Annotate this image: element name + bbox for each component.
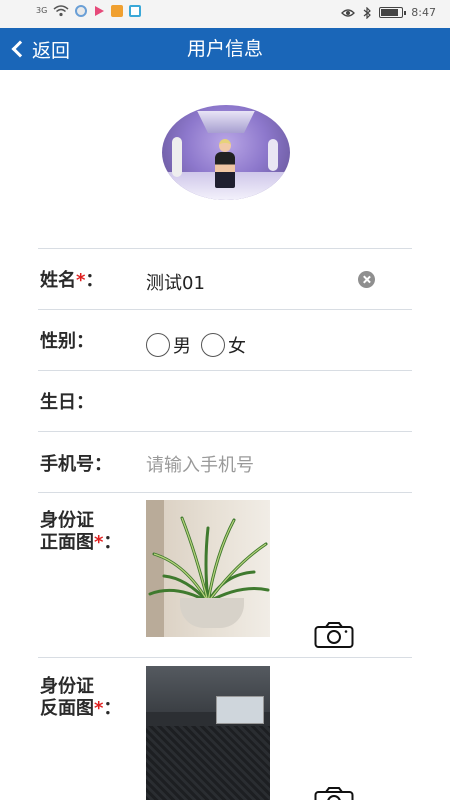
name-label: 姓名*： [40, 270, 104, 291]
signal-indicator: 3G [36, 6, 48, 15]
divider [38, 248, 412, 249]
camera-icon[interactable] [314, 786, 354, 800]
divider [38, 431, 412, 432]
back-button[interactable]: 返回 [8, 28, 70, 70]
phone-label: 手机号： [40, 454, 112, 475]
birthday-label: 生日： [40, 392, 94, 413]
status-left: 3G [36, 5, 142, 17]
id-front-label: 身份证 正面图*： [40, 510, 122, 553]
gender-radio-group: 男 女 [146, 332, 246, 358]
app-notification-icon [75, 5, 88, 17]
message-app-icon [129, 5, 142, 17]
divider [38, 657, 412, 658]
orange-app-icon [111, 5, 124, 17]
id-back-label: 身份证 反面图*： [40, 676, 122, 719]
bluetooth-icon [363, 6, 372, 19]
required-mark: * [76, 270, 86, 291]
id-back-photo[interactable] [146, 666, 270, 800]
divider [38, 370, 412, 371]
title-bar: 返回 用户信息 [0, 28, 450, 70]
gender-option-female[interactable]: 女 [201, 332, 246, 358]
gender-label: 性别： [40, 331, 94, 352]
back-label: 返回 [32, 39, 71, 62]
divider [38, 492, 412, 493]
eye-icon [341, 8, 356, 17]
gender-option-male[interactable]: 男 [146, 332, 191, 358]
name-input[interactable]: 测试01 [146, 269, 205, 295]
plant-pot [180, 598, 244, 628]
status-right: 8:47 [341, 6, 436, 19]
required-mark: * [94, 698, 104, 719]
radio-circle [201, 333, 225, 357]
status-bar: 3G 8:47 [0, 0, 450, 28]
avatar[interactable] [162, 105, 290, 200]
radio-circle [146, 333, 170, 357]
birthday-field[interactable] [146, 388, 396, 412]
camera-icon[interactable] [314, 621, 354, 649]
required-mark: * [94, 532, 104, 553]
clear-icon[interactable] [358, 271, 375, 288]
divider [38, 309, 412, 310]
id-front-photo[interactable] [146, 500, 270, 637]
chevron-left-icon [11, 40, 29, 58]
battery-icon [379, 7, 407, 18]
play-store-icon [95, 6, 105, 16]
clock: 8:47 [411, 6, 436, 19]
phone-input[interactable]: 请输入手机号 [146, 451, 254, 477]
wifi-icon [53, 5, 69, 17]
